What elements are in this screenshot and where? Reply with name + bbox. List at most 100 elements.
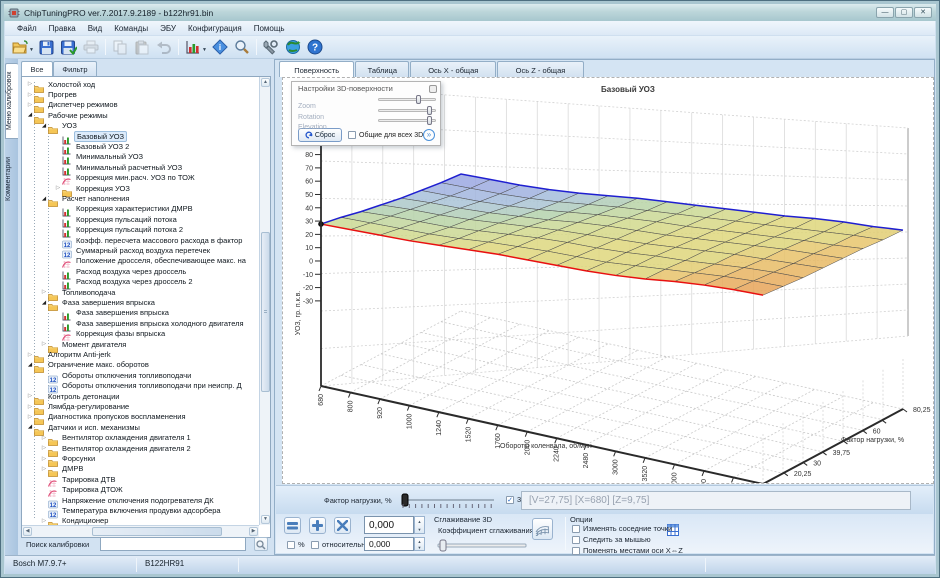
tree-item[interactable]: ▷ Вентилятор охлаждения двигателя 1 <box>22 433 259 443</box>
tree-item-label[interactable]: Фаза завершения впрыска холодного двигат… <box>74 319 246 328</box>
tree-item-label[interactable]: Диспетчер режимов <box>46 100 120 109</box>
tree-item[interactable]: 12Температура включения продувки адсорбе… <box>22 505 259 515</box>
multiply-value-button[interactable] <box>334 517 351 534</box>
menu-Файл[interactable]: Файл <box>11 22 43 35</box>
calibration-maps-icon[interactable] <box>182 37 204 57</box>
tree-item-label[interactable]: Кондиционер <box>60 516 110 525</box>
tree-item[interactable]: Фаза завершения впрыска холодного двигат… <box>22 318 259 328</box>
tree-item[interactable]: Коррекция фазы впрыска <box>22 329 259 339</box>
horizontal-scroll-thumb[interactable] <box>92 527 222 536</box>
tree-item-label[interactable]: Фаза завершения впрыска <box>74 308 171 317</box>
minimize-button[interactable]: — <box>876 7 894 18</box>
tree-item-label[interactable]: Коррекция пульсаций потока 2 <box>74 225 185 234</box>
tools-icon[interactable] <box>260 37 282 57</box>
tree-item[interactable]: ▷Кондиционер <box>22 516 259 525</box>
tree-item-label[interactable]: Минимальный расчетный УОЗ <box>74 163 184 172</box>
tree-item[interactable]: ▷Холостой ход <box>22 79 259 89</box>
tree-item-label[interactable]: Базовый УОЗ 2 <box>74 142 131 151</box>
tree-item-label[interactable]: Напряжение отключения подогревателя ДК <box>60 496 216 505</box>
save-icon[interactable] <box>36 37 58 57</box>
relative-checkbox[interactable] <box>311 541 319 549</box>
tree-item[interactable]: Базовый УОЗ <box>22 131 259 141</box>
tree-item[interactable]: Фаза завершения впрыска <box>22 308 259 318</box>
smoothing-slider[interactable] <box>436 538 528 554</box>
tree-item-label[interactable]: Прогрев <box>46 90 79 99</box>
menu-Правка[interactable]: Правка <box>43 22 82 35</box>
menu-Вид[interactable]: Вид <box>82 22 108 35</box>
tree-expander-icon[interactable]: ◢ <box>40 123 48 129</box>
tree-item-label[interactable]: Коррекция характеристики ДМРВ <box>74 204 195 213</box>
tree-item[interactable]: 12Обороты отключения топливоподачи при н… <box>22 381 259 391</box>
side-tab-comments[interactable]: Комментарии <box>5 145 18 213</box>
tree-item[interactable]: ▷Коррекция УОЗ <box>22 183 259 193</box>
tree-item-label[interactable]: Вентилятор охлаждения двигателя 1 <box>60 433 193 442</box>
tree-expander-icon[interactable]: ▷ <box>26 414 34 420</box>
tree-item-label[interactable]: Форсунки <box>60 454 97 463</box>
value-input[interactable] <box>364 516 414 534</box>
value-input-2[interactable] <box>364 537 414 551</box>
tree-item-label[interactable]: Расход воздуха через дроссель 2 <box>74 277 195 286</box>
side-tab-calibration-menu[interactable]: Меню калибровок <box>5 63 18 139</box>
tree-item[interactable]: ▷Форсунки <box>22 453 259 463</box>
tree-item[interactable]: ◢Рабочие режимы <box>22 110 259 120</box>
slider-thumb[interactable] <box>416 95 421 104</box>
tree-item-label[interactable]: УОЗ <box>60 121 79 130</box>
value-spinner[interactable]: ▲▼ <box>414 516 425 534</box>
tree-item[interactable]: Расход воздуха через дроссель <box>22 266 259 276</box>
slider-zoom[interactable] <box>378 98 436 101</box>
option-checkbox[interactable] <box>572 525 580 533</box>
option-checkbox[interactable] <box>572 547 580 555</box>
tree-item[interactable]: Расход воздуха через дроссель 2 <box>22 277 259 287</box>
chart-tab-Ось Z - общая[interactable]: Ось Z - общая <box>497 61 583 77</box>
tree-item[interactable]: ▷ Диагностика пропусков воспламенения <box>22 412 259 422</box>
tree-item-label[interactable]: Коэфф. пересчета массового расхода в фак… <box>74 236 244 245</box>
tree-item-label[interactable]: Минимальный УОЗ <box>74 152 145 161</box>
tree-item[interactable]: ▷ Алгоритм Anti-jerk <box>22 349 259 359</box>
open-file-icon[interactable] <box>9 37 31 57</box>
tree-item-label[interactable]: Ограничение макс. оборотов <box>46 360 151 369</box>
tree-item-label[interactable]: Холостой ход <box>46 80 97 89</box>
chart-tab-Таблица[interactable]: Таблица <box>355 61 409 77</box>
tree-item-label[interactable]: ДМРВ <box>60 464 85 473</box>
tree-expander-icon[interactable]: ▷ <box>26 404 34 410</box>
tree-item[interactable]: Тарировка ДТОЖ <box>22 485 259 495</box>
tree-item[interactable]: ◢ УОЗ <box>22 121 259 131</box>
tree-item[interactable]: Положение дросселя, обеспечивающее макс.… <box>22 256 259 266</box>
tree-item-label[interactable]: Обороты отключения топливоподачи <box>60 371 193 380</box>
scroll-up-icon[interactable]: ▲ <box>261 78 270 87</box>
tree-item[interactable]: Минимальный расчетный УОЗ <box>22 162 259 172</box>
help-icon[interactable]: ? <box>304 37 326 57</box>
tree-item[interactable]: 12Суммарный расход воздуха перетечек <box>22 245 259 255</box>
menu-Конфигурация[interactable]: Конфигурация <box>182 22 248 35</box>
tree-item[interactable]: ▷Контроль детонации <box>22 391 259 401</box>
tree-expander-icon[interactable]: ◢ <box>26 424 34 430</box>
shared-3d-checkbox[interactable] <box>348 131 356 139</box>
tree-expander-icon[interactable]: ▷ <box>26 393 34 399</box>
menu-Команды[interactable]: Команды <box>108 22 154 35</box>
tree-expander-icon[interactable]: ▷ <box>26 102 34 108</box>
tree-expander-icon[interactable]: ▷ <box>40 435 48 441</box>
chart-tab-Ось X - общая[interactable]: Ось X - общая <box>410 61 496 77</box>
tree-item[interactable]: Минимальный УОЗ <box>22 152 259 162</box>
tree-vertical-scrollbar[interactable]: ▲ ▼ <box>259 77 270 525</box>
tree-item-label[interactable]: Расчет наполнения <box>60 194 131 203</box>
menu-ЭБУ[interactable]: ЭБУ <box>154 22 182 35</box>
tree-item[interactable]: Коррекция характеристики ДМРВ <box>22 204 259 214</box>
tree-item-label[interactable]: Диагностика пропусков воспламенения <box>46 412 188 421</box>
tree-expander-icon[interactable]: ▷ <box>40 341 48 347</box>
tree-item-label[interactable]: Алгоритм Anti-jerk <box>46 350 113 359</box>
tree-item-label[interactable]: Рабочие режимы <box>46 111 110 120</box>
apply-smoothing-button[interactable] <box>532 518 553 540</box>
tree-item-label[interactable]: Датчики и исп. механизмы <box>46 423 142 432</box>
tree-item[interactable]: ▷ДМРВ <box>22 464 259 474</box>
slider-thumb[interactable] <box>427 106 432 115</box>
tree-item[interactable]: 12Коэфф. пересчета массового расхода в ф… <box>22 235 259 245</box>
tree-expander-icon[interactable]: ▷ <box>26 352 34 358</box>
tree-expander-icon[interactable]: ▷ <box>40 289 48 295</box>
smoothing-slider-thumb[interactable] <box>440 540 446 551</box>
dropdown-arrow-icon[interactable]: ▼ <box>29 47 34 53</box>
tree-item[interactable]: ▷ Диспетчер режимов <box>22 100 259 110</box>
value-spinner-2[interactable]: ▲▼ <box>414 537 425 551</box>
dropdown-arrow-icon[interactable]: ▼ <box>202 47 207 53</box>
tree-expander-icon[interactable]: ◢ <box>26 362 34 368</box>
